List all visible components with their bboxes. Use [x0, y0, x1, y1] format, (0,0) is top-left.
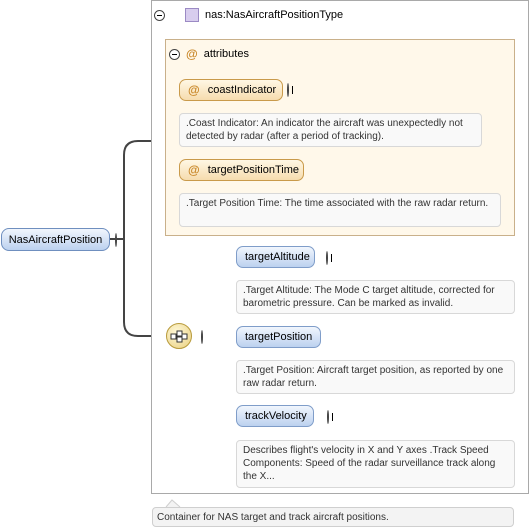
sequence-compositor[interactable]	[166, 323, 192, 349]
expand-track-velocity-icon[interactable]	[327, 410, 329, 424]
attribute-target-position-time[interactable]: @ targetPositionTime	[179, 159, 304, 181]
collapse-attributes-icon[interactable]	[169, 48, 180, 60]
attribute-name: coastIndicator	[207, 84, 277, 96]
element-name: targetAltitude	[245, 251, 310, 263]
attribute-at-icon: @	[188, 163, 200, 177]
root-element-description: Container for NAS target and track aircr…	[152, 507, 514, 527]
expand-coast-indicator-icon[interactable]	[287, 83, 289, 97]
element-name: targetPosition	[245, 331, 313, 343]
attributes-label: attributes	[203, 48, 249, 60]
target-position-description: .Target Position: Aircraft target positi…	[236, 360, 515, 394]
root-element-name: NasAircraftPosition	[8, 233, 103, 246]
collapse-root-icon[interactable]	[115, 233, 117, 247]
type-name: nas:NasAircraftPositionType	[205, 9, 344, 21]
attribute-name: targetPositionTime	[207, 164, 300, 176]
sequence-icon	[170, 330, 188, 343]
expand-target-altitude-icon[interactable]	[326, 251, 328, 265]
collapse-sequence-icon[interactable]	[201, 330, 203, 344]
target-position-time-description: .Target Position Time: The time associat…	[179, 193, 501, 227]
target-altitude-description: .Target Altitude: The Mode C target alti…	[236, 280, 515, 314]
root-element-nas-aircraft-position[interactable]: NasAircraftPosition	[1, 228, 110, 251]
track-velocity-description: Describes flight's velocity in X and Y a…	[236, 440, 515, 488]
element-name: trackVelocity	[245, 410, 307, 422]
element-target-position[interactable]: targetPosition	[236, 326, 321, 348]
coast-indicator-description: .Coast Indicator: An indicator the aircr…	[179, 113, 482, 147]
attribute-at-icon: @	[188, 83, 200, 97]
attribute-coast-indicator[interactable]: @ coastIndicator	[179, 79, 283, 101]
element-target-altitude[interactable]: targetAltitude	[236, 246, 315, 268]
attributes-header: @ attributes	[169, 46, 249, 62]
collapse-type-icon[interactable]	[154, 9, 165, 21]
complex-type-icon	[185, 8, 199, 22]
attribute-at-icon: @	[186, 47, 198, 61]
element-track-velocity[interactable]: trackVelocity	[236, 405, 314, 427]
type-header: nas:NasAircraftPositionType	[154, 6, 343, 24]
